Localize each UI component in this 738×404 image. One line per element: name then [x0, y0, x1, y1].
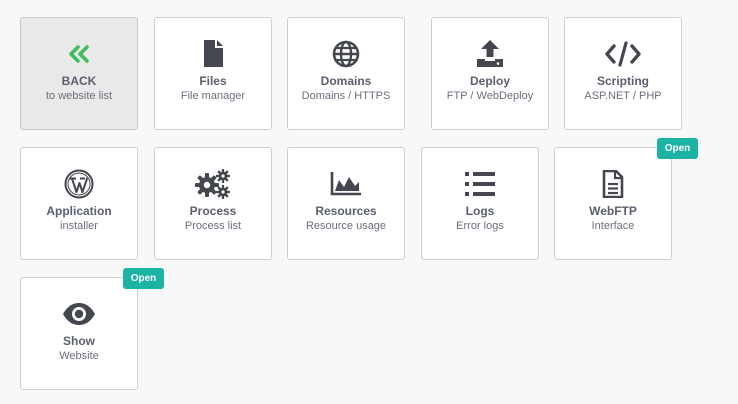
- tile-subtitle: to website list: [45, 90, 113, 102]
- process-tile[interactable]: Process Process list: [154, 147, 272, 260]
- tile-subtitle: Process list: [184, 220, 242, 232]
- application-tile[interactable]: Application installer: [20, 147, 138, 260]
- tile-subtitle: FTP / WebDeploy: [446, 90, 534, 102]
- resources-tile[interactable]: Resources Resource usage: [287, 147, 405, 260]
- tile-subtitle: Resource usage: [305, 220, 387, 232]
- eye-icon: [21, 298, 137, 330]
- tile-title: Application: [46, 204, 112, 218]
- deploy-tile[interactable]: Deploy FTP / WebDeploy: [431, 17, 549, 130]
- tile-title: Deploy: [469, 74, 510, 88]
- tile-title: Domains: [320, 74, 372, 88]
- tile-title: Show: [63, 334, 95, 348]
- tile-title: WebFTP: [589, 204, 637, 218]
- upload-icon: [432, 38, 548, 70]
- list-icon: [422, 168, 538, 200]
- show-tile[interactable]: Show Website: [20, 277, 138, 390]
- tile-title: Process: [189, 204, 237, 218]
- tile-title: Resources: [315, 204, 377, 218]
- tile-subtitle: Website: [59, 350, 99, 362]
- scripting-tile[interactable]: Scripting ASP.NET / PHP: [564, 17, 682, 130]
- gears-icon: [155, 168, 271, 200]
- file-icon: [155, 38, 271, 70]
- double-chevron-left-icon: [21, 38, 137, 70]
- tile-title: Logs: [465, 204, 495, 218]
- tile-subtitle: Interface: [591, 220, 635, 232]
- tile-subtitle: Error logs: [456, 220, 504, 232]
- tile-title: Files: [199, 74, 227, 88]
- tile-subtitle: File manager: [180, 90, 246, 102]
- tile-subtitle: installer: [60, 220, 98, 232]
- tile-subtitle: ASP.NET / PHP: [584, 90, 662, 102]
- logs-tile[interactable]: Logs Error logs: [421, 147, 539, 260]
- domains-tile[interactable]: Domains Domains / HTTPS: [287, 17, 405, 130]
- tile-subtitle: Domains / HTTPS: [301, 90, 391, 102]
- files-tile[interactable]: Files File manager: [154, 17, 272, 130]
- area-chart-icon: [288, 168, 404, 200]
- tile-title: BACK: [61, 74, 97, 88]
- globe-icon: [288, 38, 404, 70]
- code-icon: [565, 38, 681, 70]
- tile-title: Scripting: [596, 74, 649, 88]
- show-open-badge[interactable]: Open: [123, 268, 164, 289]
- document-icon: [555, 168, 671, 200]
- wordpress-icon: [21, 168, 137, 200]
- webftp-tile[interactable]: WebFTP Interface: [554, 147, 672, 260]
- back-tile[interactable]: BACK to website list: [20, 17, 138, 130]
- webftp-open-badge[interactable]: Open: [657, 138, 698, 159]
